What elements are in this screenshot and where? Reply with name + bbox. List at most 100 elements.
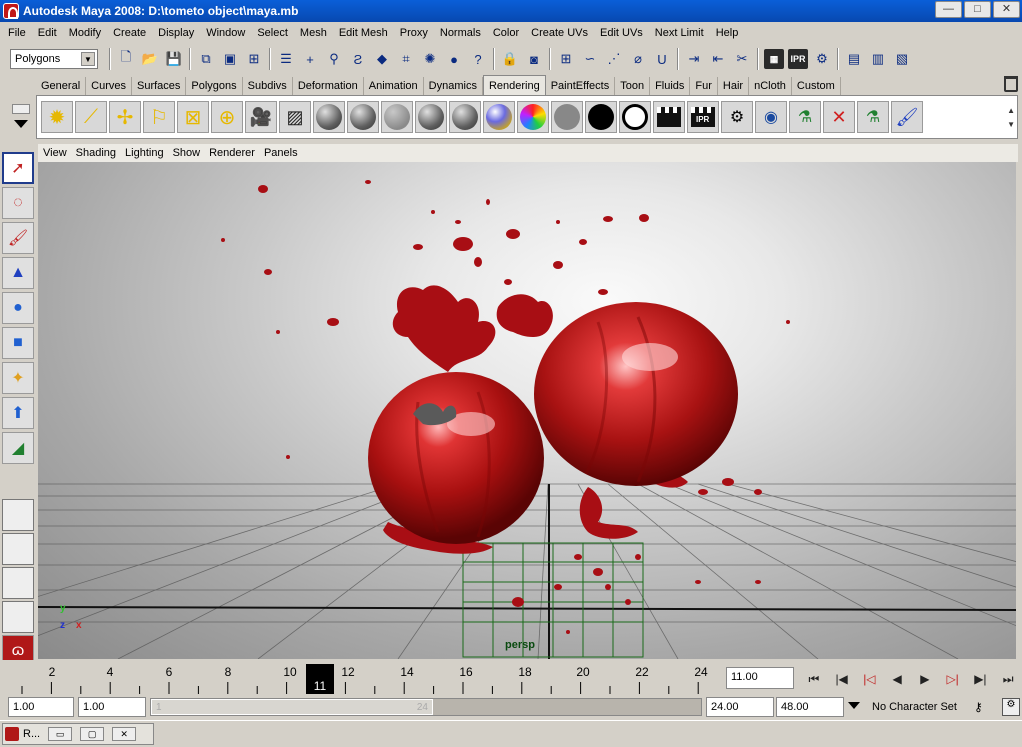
go-to-start-icon[interactable]: ⏮ — [800, 668, 828, 690]
step-forward-frame-icon[interactable]: ▶| — [967, 668, 995, 690]
snap-to-view-plane-icon[interactable]: ⌀ — [628, 49, 648, 69]
make-live-icon[interactable]: U — [652, 49, 672, 69]
select-surfaces-icon[interactable]: ◆ — [372, 49, 392, 69]
snap-to-point-icon[interactable]: ⋰ — [604, 49, 624, 69]
render-view-icon[interactable]: ◉ — [755, 101, 787, 133]
shelf-tab-fur[interactable]: Fur — [690, 77, 718, 95]
play-backwards-icon[interactable]: ◀ — [883, 668, 911, 690]
chevron-down-icon[interactable]: ▼ — [81, 52, 95, 66]
cancel-batch-render-icon[interactable]: ✕ — [823, 101, 855, 133]
rotate-tool-icon[interactable]: ● — [2, 292, 34, 324]
render-frame-icon[interactable] — [653, 101, 685, 133]
menu-create[interactable]: Create — [107, 22, 152, 44]
snap-to-curve-icon[interactable]: ∽ — [580, 49, 600, 69]
panel-menu-view[interactable]: View — [38, 147, 71, 159]
area-light-icon[interactable]: ⊠ — [177, 101, 209, 133]
menu-proxy[interactable]: Proxy — [394, 22, 434, 44]
end-time-field[interactable]: 48.00 — [776, 697, 844, 717]
show-batch-render-icon[interactable]: ⚗ — [857, 101, 889, 133]
shelf-menu-arrow-icon[interactable] — [14, 120, 28, 128]
shelf-tab-curves[interactable]: Curves — [86, 77, 132, 95]
playback-start-field[interactable]: 1.00 — [78, 697, 146, 717]
menu-edit-uvs[interactable]: Edit UVs — [594, 22, 649, 44]
menu-window[interactable]: Window — [200, 22, 251, 44]
shelf-tab-subdivs[interactable]: Subdivs — [243, 77, 293, 95]
close-button[interactable]: ✕ — [993, 1, 1020, 18]
shelf-tab-ncloth[interactable]: nCloth — [749, 77, 792, 95]
four-view-layout-icon[interactable] — [2, 533, 34, 565]
lock-selection-icon[interactable]: 🔒 — [500, 49, 520, 69]
soft-modification-icon[interactable]: ⬆ — [2, 397, 34, 429]
highlight-selection-icon[interactable]: ◙ — [524, 49, 544, 69]
shelf-tab-deformation[interactable]: Deformation — [293, 77, 364, 95]
shelf-tab-dynamics[interactable]: Dynamics — [424, 77, 483, 95]
shelf-menu[interactable] — [8, 100, 34, 140]
ramp-shader-icon[interactable] — [517, 101, 549, 133]
menu-edit[interactable]: Edit — [32, 22, 63, 44]
move-tool-icon[interactable]: ▲ — [2, 257, 34, 289]
hypershade-icon[interactable]: ▨ — [279, 101, 311, 133]
playback-end-field[interactable]: 24.00 — [706, 697, 774, 717]
construction-history-icon[interactable]: ✂ — [732, 49, 752, 69]
open-scene-icon[interactable]: 📂 — [140, 49, 160, 69]
step-back-frame-icon[interactable]: |◀ — [828, 668, 856, 690]
play-forwards-icon[interactable]: ▶ — [911, 668, 939, 690]
current-frame-marker[interactable]: 11 — [306, 664, 334, 694]
shelf-editor-icon[interactable] — [12, 104, 30, 114]
current-time-field[interactable]: 11.00 — [726, 667, 794, 689]
start-time-field[interactable]: 1.00 — [8, 697, 74, 717]
persp-outliner-layout-icon[interactable] — [2, 567, 34, 599]
menu-display[interactable]: Display — [152, 22, 200, 44]
select-curves-icon[interactable]: Ƨ — [348, 49, 368, 69]
maximize-icon[interactable]: ▢ — [80, 727, 105, 741]
shelf-tab-hair[interactable]: Hair — [718, 77, 750, 95]
show-hide-tool-settings-icon[interactable]: ▥ — [868, 49, 888, 69]
step-back-key-icon[interactable]: |◁ — [856, 668, 884, 690]
time-slider[interactable]: 2 4 6 8 10 12 14 16 18 20 22 24 11 — [0, 660, 722, 696]
menu-select[interactable]: Select — [251, 22, 294, 44]
ipr-render-icon[interactable]: IPR — [788, 49, 808, 69]
select-deformations-icon[interactable]: ⌗ — [396, 49, 416, 69]
select-rendering-icon[interactable]: ● — [444, 49, 464, 69]
minimize-button[interactable]: — — [935, 1, 962, 18]
menu-modify[interactable]: Modify — [63, 22, 107, 44]
phong-shader-icon[interactable] — [415, 101, 447, 133]
shelf-tab-animation[interactable]: Animation — [364, 77, 424, 95]
select-tool-icon[interactable]: ➚ — [2, 152, 34, 184]
render-globals-icon[interactable]: ⚙ — [812, 49, 832, 69]
chevron-down-icon[interactable] — [848, 702, 860, 709]
snap-to-grid-icon[interactable]: ⊞ — [556, 49, 576, 69]
close-icon[interactable]: ✕ — [112, 727, 137, 741]
mode-selector[interactable]: Polygons ▼ — [10, 49, 98, 69]
menu-mesh[interactable]: Mesh — [294, 22, 333, 44]
select-handles-icon[interactable]: + — [300, 49, 320, 69]
select-hierarchy-icon[interactable]: ⧉ — [196, 49, 216, 69]
paint-brush-icon[interactable]: 🖌 — [891, 101, 923, 133]
panel-menu-lighting[interactable]: Lighting — [120, 147, 168, 159]
select-misc-icon[interactable]: ? — [468, 49, 488, 69]
shelf-tab-custom[interactable]: Custom — [792, 77, 841, 95]
point-light-icon[interactable]: ✢ — [109, 101, 141, 133]
spot-light-icon[interactable]: ⚐ — [143, 101, 175, 133]
restore-icon[interactable]: ▭ — [48, 727, 73, 741]
anisotropic-shader-icon[interactable] — [313, 101, 345, 133]
blinn-shader-icon[interactable] — [347, 101, 379, 133]
select-object-icon[interactable]: ▣ — [220, 49, 240, 69]
render-current-frame-icon[interactable]: ▦ — [764, 49, 784, 69]
select-component-icon[interactable]: ⊞ — [244, 49, 264, 69]
shelf-tab-polygons[interactable]: Polygons — [186, 77, 243, 95]
batch-render-icon[interactable]: ⚗ — [789, 101, 821, 133]
show-manipulator-icon[interactable]: ◢ — [2, 432, 34, 464]
auto-key-icon[interactable]: ⚷ — [974, 700, 983, 714]
lasso-tool-icon[interactable]: ◌ — [2, 187, 34, 219]
directional-light-icon[interactable]: ⟋ — [75, 101, 107, 133]
camera-icon[interactable]: 🎥 — [245, 101, 277, 133]
render-settings-icon[interactable]: ⚙ — [721, 101, 753, 133]
menu-edit-mesh[interactable]: Edit Mesh — [333, 22, 394, 44]
minimized-window[interactable]: R... ▭ ▢ ✕ — [2, 723, 154, 745]
phonge-shader-icon[interactable] — [449, 101, 481, 133]
menu-next-limit[interactable]: Next Limit — [649, 22, 710, 44]
show-hide-attribute-editor-icon[interactable]: ▤ — [844, 49, 864, 69]
animation-preferences-icon[interactable]: ⚙ — [1002, 698, 1020, 716]
menu-file[interactable]: File — [2, 22, 32, 44]
